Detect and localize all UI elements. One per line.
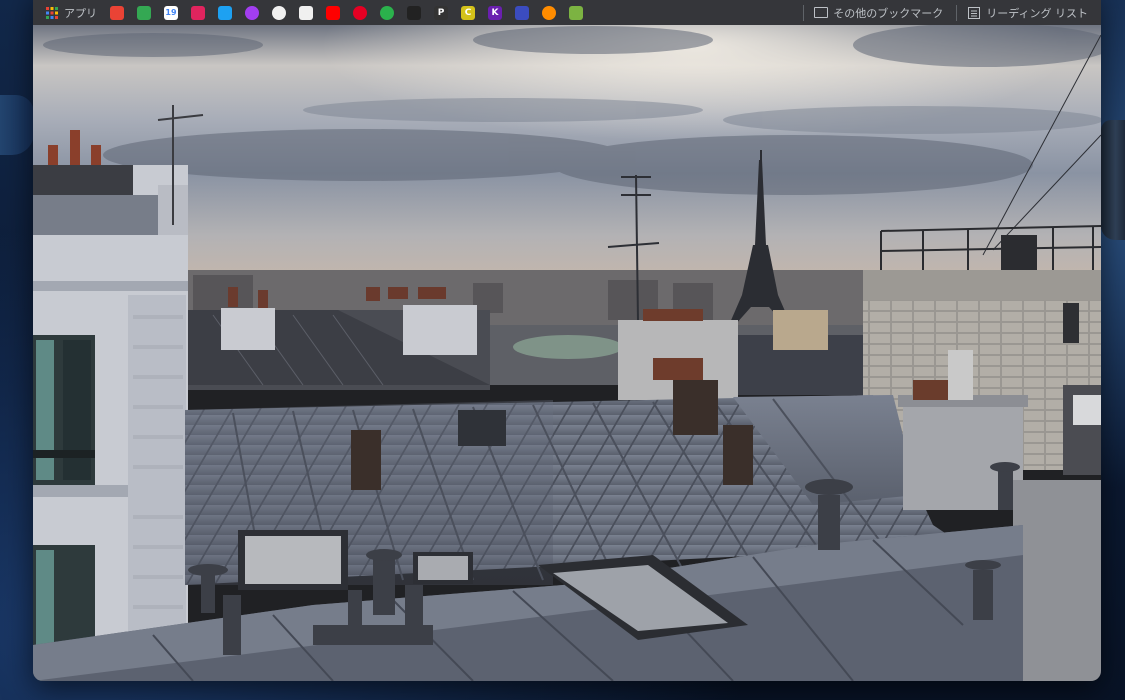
arrow-app-icon bbox=[515, 5, 529, 20]
wallpaper-rock bbox=[1101, 120, 1125, 240]
page-content-image bbox=[33, 25, 1101, 681]
bookmarks-bar: アプリ 19 P C K その他のブックマーク リーディング リスト bbox=[33, 0, 1101, 25]
gmail-icon bbox=[110, 5, 124, 20]
github-icon bbox=[272, 5, 286, 20]
bookmark-power-app[interactable] bbox=[542, 3, 556, 23]
bookmarks-separator bbox=[803, 4, 805, 21]
reading-list-icon bbox=[967, 6, 981, 20]
bookmark-gmail[interactable] bbox=[110, 3, 124, 23]
bookmark-google-drive[interactable] bbox=[137, 3, 151, 23]
diamond-app-icon bbox=[407, 5, 421, 20]
bookmark-feedly[interactable] bbox=[380, 3, 394, 23]
pinterest-icon bbox=[353, 5, 367, 20]
twitter-icon bbox=[218, 5, 232, 20]
triangle-app-icon bbox=[569, 5, 583, 20]
codepen-icon bbox=[299, 5, 313, 20]
reading-list-button[interactable]: リーディング リスト bbox=[967, 3, 1088, 23]
bookmark-triangle-app[interactable] bbox=[569, 3, 583, 23]
k-app-icon: K bbox=[488, 5, 502, 20]
bookmarks-separator bbox=[956, 4, 958, 21]
bookmark-codepen[interactable] bbox=[299, 3, 313, 23]
bookmark-diamond-app[interactable] bbox=[407, 3, 421, 23]
bookmark-pinterest[interactable] bbox=[353, 3, 367, 23]
bookmark-google-calendar[interactable]: 19 bbox=[164, 3, 178, 23]
folder-icon bbox=[814, 7, 829, 18]
bookmark-c-app[interactable]: C bbox=[461, 3, 475, 23]
bookmark-p-app[interactable]: P bbox=[434, 3, 448, 23]
flower-app-icon bbox=[191, 5, 205, 20]
bookmark-youtube[interactable] bbox=[326, 3, 340, 23]
feedly-icon bbox=[380, 5, 394, 20]
c-app-icon: C bbox=[461, 5, 475, 20]
reading-list-label: リーディング リスト bbox=[986, 6, 1088, 20]
bookmark-twitter[interactable] bbox=[218, 3, 232, 23]
google-drive-icon bbox=[137, 5, 151, 20]
bookmark-flower-app[interactable] bbox=[191, 3, 205, 23]
bookmark-icons-group: 19 P C K bbox=[110, 3, 596, 23]
paris-rooftops-photo bbox=[33, 25, 1101, 681]
google-calendar-icon: 19 bbox=[164, 5, 178, 20]
apps-grid-icon bbox=[45, 6, 59, 20]
browser-window: アプリ 19 P C K その他のブックマーク リーディング リスト bbox=[33, 0, 1101, 681]
power-app-icon bbox=[542, 5, 556, 20]
bookmark-k-app[interactable]: K bbox=[488, 3, 502, 23]
bookmark-circle-app[interactable] bbox=[245, 3, 259, 23]
other-bookmarks-label: その他のブックマーク bbox=[833, 6, 944, 20]
youtube-icon bbox=[326, 5, 340, 20]
bookmark-github[interactable] bbox=[272, 3, 286, 23]
circle-app-icon bbox=[245, 5, 259, 20]
apps-bookmark[interactable]: アプリ bbox=[45, 3, 97, 23]
bookmark-arrow-app[interactable] bbox=[515, 3, 529, 23]
apps-label: アプリ bbox=[64, 6, 97, 20]
p-app-icon: P bbox=[434, 5, 448, 20]
other-bookmarks-button[interactable]: その他のブックマーク bbox=[814, 3, 943, 23]
wallpaper-rock bbox=[0, 95, 34, 155]
